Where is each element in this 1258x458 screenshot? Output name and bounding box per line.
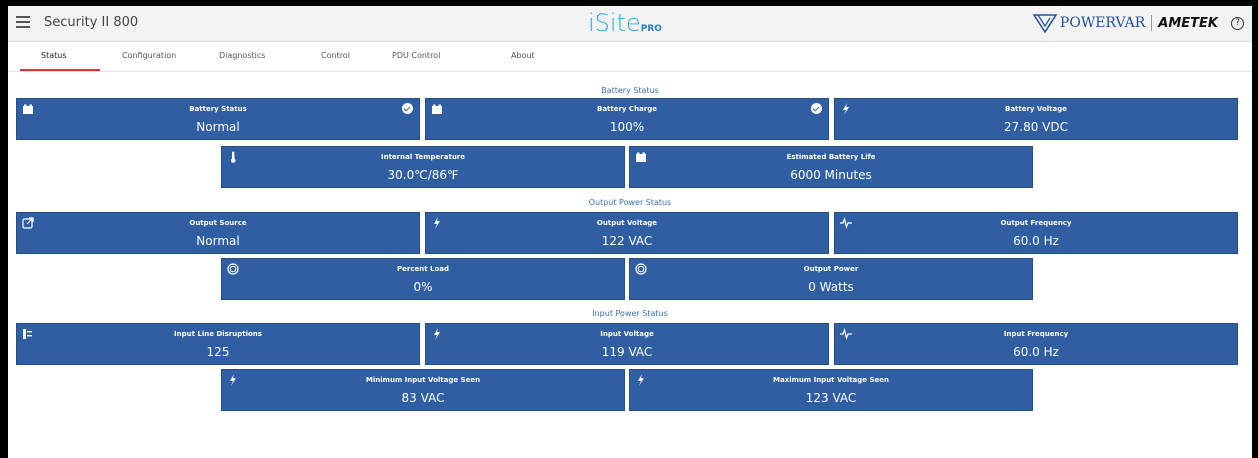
section-title-battery: Battery Status [601, 86, 659, 95]
card-label: Output Voltage [596, 219, 658, 227]
tab-diagnostics[interactable]: Diagnostics [219, 51, 265, 60]
card-label: Battery Voltage [1004, 105, 1068, 113]
card-label: Output Frequency [1000, 219, 1072, 227]
card-min-input-voltage: Minimum Input Voltage Seen 83 VAC [221, 369, 625, 411]
card-label: Internal Temperature [380, 153, 466, 161]
tab-pdu-control[interactable]: PDU Control [392, 51, 440, 60]
tab-control[interactable]: Control [321, 51, 350, 60]
card-output-frequency: Output Frequency 60.0 Hz [834, 212, 1238, 254]
card-label: Input Frequency [1003, 330, 1069, 338]
card-value: Normal [196, 120, 240, 134]
card-value: 123 VAC [805, 391, 857, 405]
card-battery-charge: Battery Charge 100% [425, 98, 829, 140]
card-label: Percent Load [397, 265, 449, 273]
card-input-line-disruptions: Input Line Disruptions 125 [16, 323, 420, 365]
brand-main: iSite [588, 9, 641, 37]
card-value: 125 [206, 345, 230, 359]
card-label: Output Power [803, 265, 859, 273]
card-value: 27.80 VDC [1004, 120, 1068, 134]
card-output-power: Output Power 0 Watts [629, 258, 1033, 300]
card-input-voltage: Input Voltage 119 VAC [425, 323, 829, 365]
card-output-voltage: Output Voltage 122 VAC [425, 212, 829, 254]
powervar-text: POWERVAR [1059, 15, 1146, 31]
card-label: Battery Status [189, 105, 247, 113]
hamburger-menu-icon[interactable] [16, 16, 30, 28]
card-value: 122 VAC [601, 234, 653, 248]
device-title: Security II 800 [44, 15, 139, 30]
card-estimated-battery-life: Estimated Battery Life 6000 Minutes [629, 146, 1033, 188]
card-max-input-voltage: Maximum Input Voltage Seen 123 VAC [629, 369, 1033, 411]
card-value: 30.0℃/86℉ [387, 168, 459, 182]
section-title-output: Output Power Status [588, 198, 672, 207]
card-value: 0 Watts [808, 280, 854, 294]
card-label: Input Line Disruptions [174, 330, 262, 338]
card-label: Output Source [189, 219, 247, 227]
card-value: 6000 Minutes [790, 168, 872, 182]
card-label: Battery Charge [596, 105, 657, 113]
tab-about[interactable]: About [511, 51, 535, 60]
isite-pro-logo: iSitePRO [588, 9, 662, 37]
section-title-input: Input Power Status [592, 309, 668, 318]
card-value: 83 VAC [401, 391, 445, 405]
card-value: 119 VAC [601, 345, 653, 359]
card-value: 60.0 Hz [1013, 345, 1059, 359]
ametek-text: AMETEK [1158, 15, 1218, 31]
active-tab-indicator [20, 69, 100, 71]
vendor-logos: POWERVAR AMETEK [1032, 12, 1218, 34]
tab-bar: Status Configuration Diagnostics Control… [8, 42, 1252, 72]
card-battery-status: Battery Status Normal [16, 98, 420, 140]
help-icon[interactable]: ? [1231, 17, 1244, 30]
card-value: Normal [196, 234, 240, 248]
top-bar: Security II 800 iSitePRO POWERVAR AMETEK… [8, 6, 1252, 42]
card-output-source: Output Source Normal [16, 212, 420, 254]
vendor-divider [1151, 15, 1153, 31]
card-value: 0% [413, 280, 433, 294]
tab-status[interactable]: Status [41, 51, 67, 60]
card-value: 100% [609, 120, 645, 134]
card-label: Input Voltage [600, 330, 654, 338]
tab-configuration[interactable]: Configuration [122, 51, 176, 60]
card-battery-voltage: Battery Voltage 27.80 VDC [834, 98, 1238, 140]
card-label: Estimated Battery Life [786, 153, 876, 161]
card-value: 60.0 Hz [1013, 234, 1059, 248]
card-percent-load: Percent Load 0% [221, 258, 625, 300]
card-label: Maximum Input Voltage Seen [772, 376, 889, 384]
brand-suffix: PRO [640, 24, 662, 34]
card-label: Minimum Input Voltage Seen [365, 376, 481, 384]
card-internal-temperature: Internal Temperature 30.0℃/86℉ [221, 146, 625, 188]
powervar-logo-icon [1032, 14, 1058, 34]
card-input-frequency: Input Frequency 60.0 Hz [834, 323, 1238, 365]
